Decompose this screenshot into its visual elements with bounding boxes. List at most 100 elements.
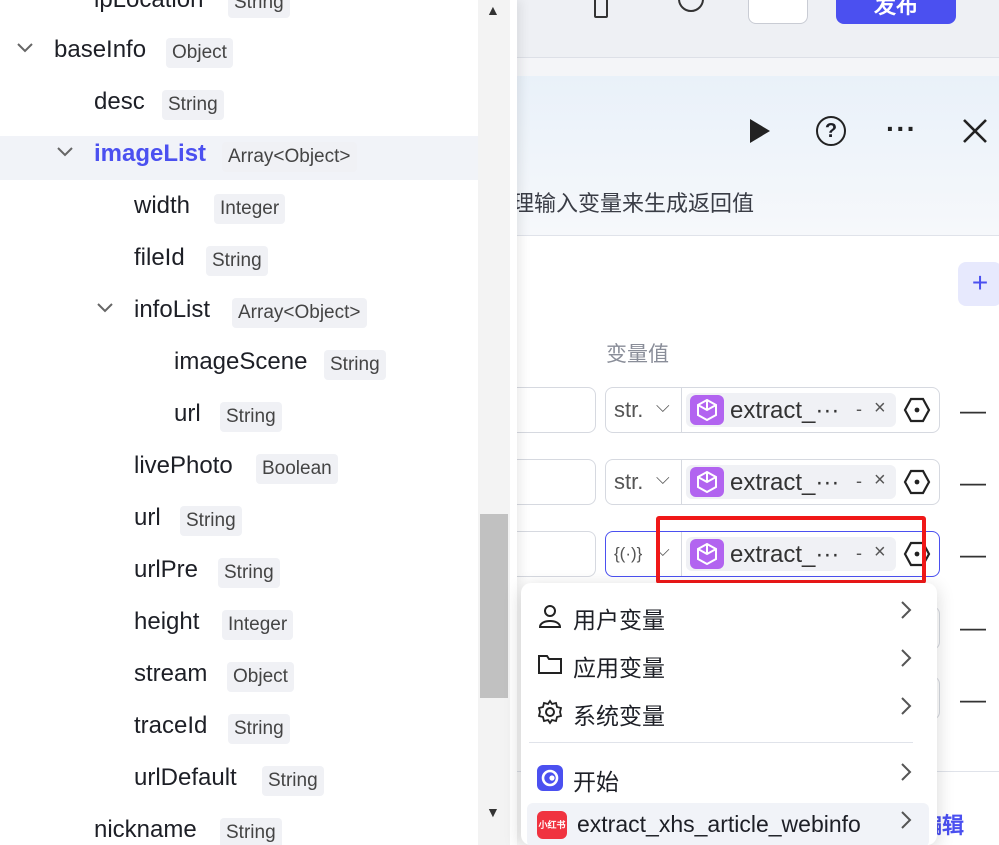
tree-item-type: String — [262, 766, 324, 796]
menu-item-extract-xhs[interactable]: 小红书 extract_xhs_article_webinfo — [527, 803, 929, 845]
panel-header: ? ··· 理输入变量来生成返回值 — [500, 76, 999, 236]
tree-item-name: url — [134, 504, 161, 531]
variable-reference-tag[interactable]: extract_··· - × — [686, 465, 896, 499]
help-icon[interactable]: ? — [816, 116, 846, 146]
tree-item-type: String — [206, 246, 268, 276]
chevron-down-icon: ⌵ — [656, 468, 670, 488]
chevron-down-icon[interactable] — [16, 38, 34, 62]
type-label: str. — [614, 397, 644, 422]
remove-row-button[interactable]: — — [960, 539, 986, 570]
share-button[interactable] — [748, 0, 808, 24]
variable-row: str. ⌵ extract_··· - × — — [500, 387, 999, 435]
chevron-down-icon: ⌵ — [656, 396, 670, 416]
tree-item-type: String — [228, 714, 290, 744]
panel-description: 理输入变量来生成返回值 — [512, 191, 755, 216]
remove-row-button[interactable]: — — [960, 467, 986, 498]
xiaohongshu-icon: 小红书 — [537, 811, 567, 839]
tree-item-type: Integer — [222, 610, 294, 640]
tree-item-name: width — [134, 192, 191, 219]
tree-item[interactable]: traceId String — [0, 708, 478, 752]
tree-item-type: Object — [227, 662, 294, 692]
variable-picker-icon[interactable] — [903, 397, 931, 423]
add-variable-button[interactable]: + — [958, 262, 999, 306]
tree-item-type: Integer — [214, 194, 286, 224]
user-icon — [537, 603, 563, 629]
tree-item-type: String — [324, 350, 386, 380]
start-icon — [537, 765, 563, 791]
type-selector[interactable]: str. ⌵ — [606, 460, 682, 504]
remove-row-button[interactable]: — — [960, 395, 986, 426]
tree-item[interactable]: nickname String — [0, 812, 478, 845]
tree-item[interactable]: url String — [0, 500, 478, 544]
variable-value-field[interactable]: str. ⌵ extract_··· - × — [605, 459, 940, 505]
close-icon[interactable] — [962, 118, 988, 148]
menu-item-label: extract_xhs_article_webinfo — [577, 811, 861, 837]
tree-item[interactable]: livePhoto Boolean — [0, 448, 478, 492]
reference-separator: - — [856, 399, 862, 419]
tree-item-type: String — [228, 0, 290, 18]
variable-row: str. ⌵ extract_··· - × — — [500, 459, 999, 507]
chevron-right-icon — [899, 599, 913, 627]
publish-button[interactable]: 发布 — [836, 0, 956, 24]
tree-item[interactable]: infoList Array<Object> — [0, 292, 478, 336]
tree-item-type: Array<Object> — [222, 142, 357, 172]
variable-value-field[interactable]: str. ⌵ extract_··· - × — [605, 387, 940, 433]
tree-item-name: imageList — [94, 140, 207, 167]
tree-item[interactable]: url String — [0, 396, 478, 440]
tree-item-name: nickname — [94, 816, 197, 843]
remove-reference-icon[interactable]: × — [874, 469, 886, 492]
scrollbar-thumb[interactable] — [480, 514, 508, 698]
device-icon[interactable] — [572, 0, 628, 24]
tree-item[interactable]: ipLocation String — [0, 0, 478, 26]
run-icon[interactable] — [748, 118, 772, 148]
tree-item-name: urlDefault — [134, 764, 237, 791]
variable-picker-icon[interactable] — [903, 469, 931, 495]
reference-label: extract_··· — [730, 469, 840, 496]
type-selector[interactable]: str. ⌵ — [606, 388, 682, 432]
tree-item-name: baseInfo — [54, 36, 147, 63]
reference-separator: - — [856, 471, 862, 491]
menu-item-start[interactable]: 开始 — [527, 755, 929, 799]
menu-item-user-variables[interactable]: 用户变量 — [527, 593, 929, 637]
scroll-down-icon[interactable]: ▼ — [486, 804, 500, 820]
type-label: {(·)} — [614, 544, 643, 563]
tree-item[interactable]: height Integer — [0, 604, 478, 648]
reference-label: extract_··· — [730, 397, 840, 424]
tree-item[interactable]: urlPre String — [0, 552, 478, 596]
remove-row-button[interactable]: — — [960, 684, 986, 715]
tree-item-type: String — [218, 558, 280, 588]
tree-item[interactable]: width Integer — [0, 188, 478, 232]
tree-item[interactable]: urlDefault String — [0, 760, 478, 804]
menu-item-app-variables[interactable]: 应用变量 — [527, 641, 929, 685]
chevron-down-icon[interactable] — [56, 142, 74, 166]
tree-item[interactable]: baseInfo Object — [0, 32, 478, 76]
plugin-cube-icon — [690, 395, 724, 425]
folder-icon — [537, 651, 563, 677]
tree-scrollbar[interactable]: ▲ ▼ — [478, 0, 510, 845]
tree-item-selected[interactable]: imageList Array<Object> — [0, 136, 478, 180]
chevron-down-icon[interactable] — [96, 298, 114, 322]
tree-item[interactable]: fileId String — [0, 240, 478, 284]
tree-item[interactable]: imageScene String — [0, 344, 478, 388]
menu-item-label: 开始 — [573, 769, 619, 795]
tree-item-name: livePhoto — [134, 452, 233, 479]
tree-item-name: traceId — [134, 712, 208, 739]
tree-item[interactable]: stream Object — [0, 656, 478, 700]
tree-item[interactable]: desc String — [0, 84, 478, 128]
variable-source-menu: 用户变量 应用变量 系统变量 开始 小红书 extract_xhs_articl… — [521, 583, 937, 845]
remove-reference-icon[interactable]: × — [874, 397, 886, 420]
tree-item-name: desc — [94, 88, 145, 115]
type-label: str. — [614, 469, 644, 494]
variable-reference-tag[interactable]: extract_··· - × — [686, 393, 896, 427]
scroll-up-icon[interactable]: ▲ — [486, 2, 500, 18]
more-icon[interactable]: ··· — [886, 115, 917, 143]
chevron-right-icon — [899, 647, 913, 675]
remove-row-button[interactable]: — — [960, 612, 986, 643]
chevron-right-icon — [899, 695, 913, 723]
tree-item-name: ipLocation — [94, 0, 203, 14]
history-icon[interactable] — [678, 0, 704, 12]
menu-item-label: 用户变量 — [573, 607, 665, 633]
menu-item-system-variables[interactable]: 系统变量 — [527, 689, 929, 733]
tree-item-type: String — [220, 818, 282, 845]
tree-item-name: height — [134, 608, 200, 635]
